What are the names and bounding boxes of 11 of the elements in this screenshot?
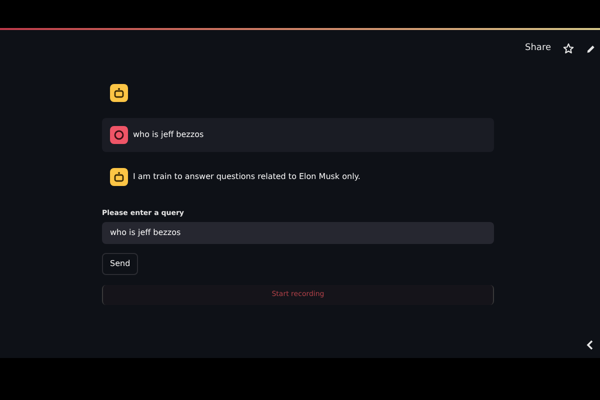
send-button[interactable]: Send: [102, 252, 138, 274]
message-text: I am train to answer questions related to Elon Musk only.: [133, 171, 360, 183]
query-field[interactable]: who is jeff bezzos: [102, 222, 494, 244]
collapse-icon[interactable]: [586, 340, 594, 350]
star-icon[interactable]: [563, 43, 574, 54]
user-avatar-icon: [110, 126, 128, 144]
pencil-icon[interactable]: [586, 44, 596, 54]
robot-avatar-icon: [110, 84, 128, 102]
share-button[interactable]: Share: [525, 42, 551, 56]
message-text: who is jeff bezzos: [133, 129, 204, 141]
robot-avatar-icon: [110, 168, 128, 186]
